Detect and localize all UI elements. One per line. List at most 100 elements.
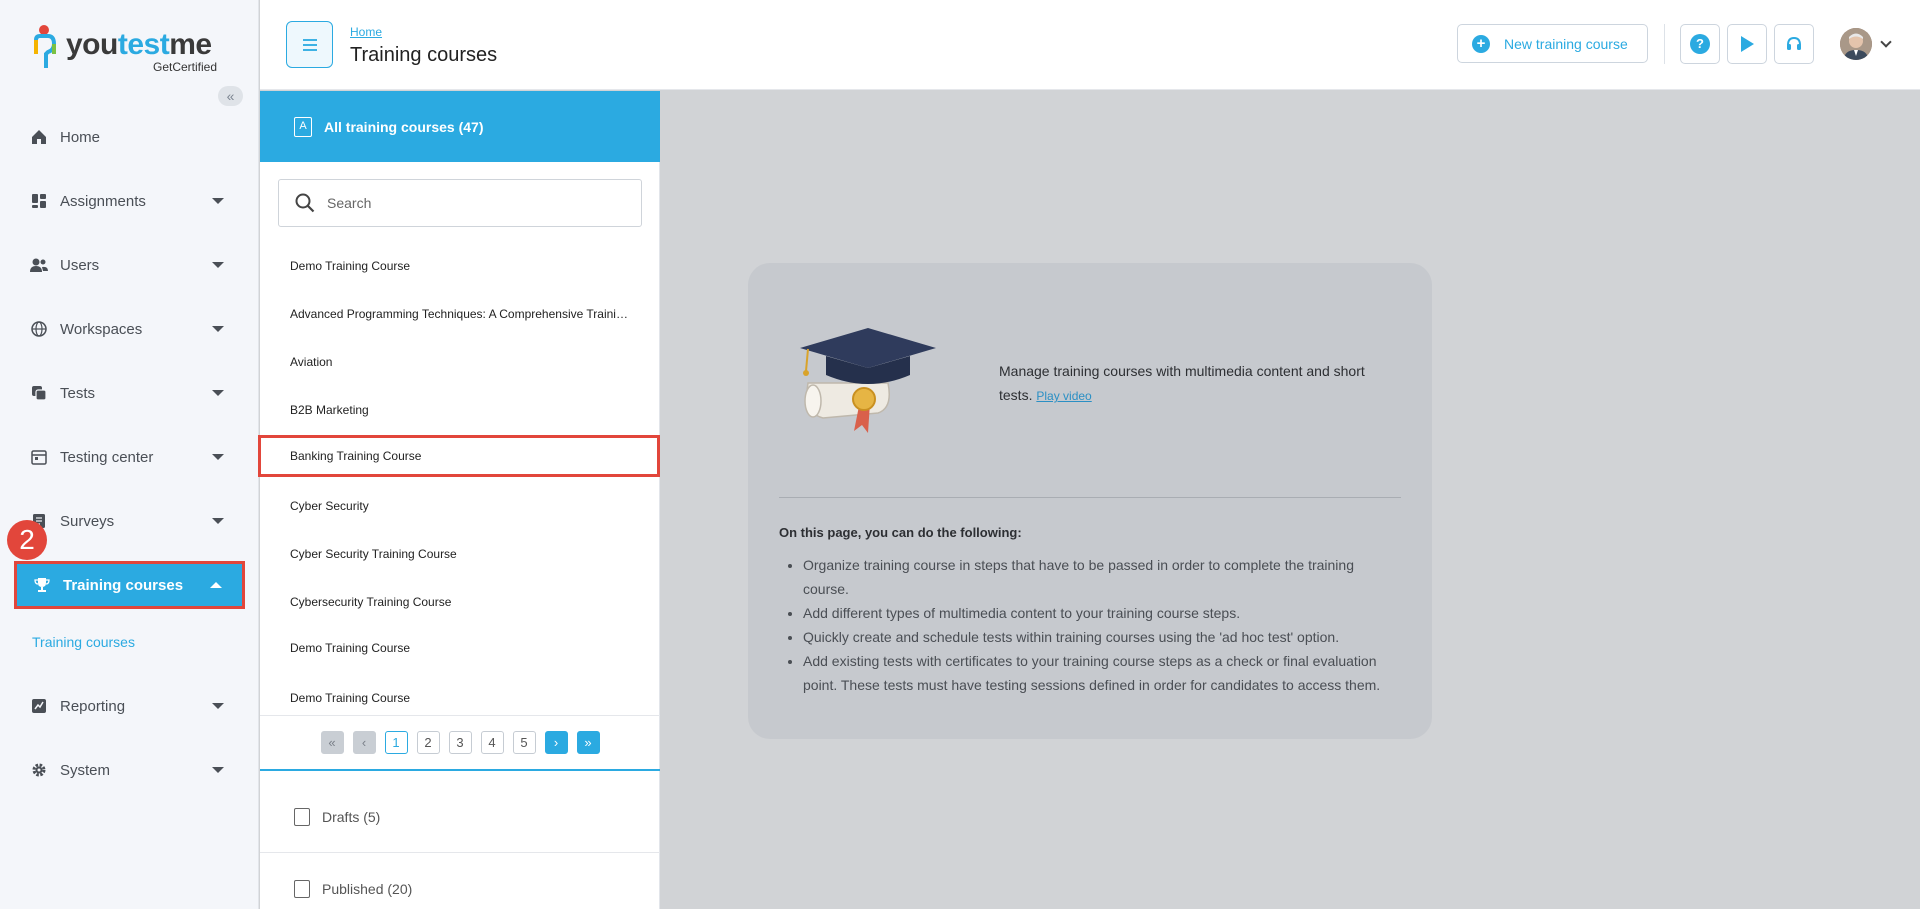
first-page-button[interactable]: « <box>320 731 344 754</box>
sidebar-item-label: Home <box>60 128 101 146</box>
search-icon <box>295 193 315 213</box>
breadcrumb-home-link[interactable]: Home <box>350 25 382 39</box>
category-label: Published (20) <box>322 881 413 897</box>
help-button[interactable]: ? <box>1680 24 1720 64</box>
page-button[interactable]: 1 <box>384 731 408 754</box>
new-training-course-button[interactable]: + New training course <box>1457 24 1648 63</box>
trophy-icon <box>33 576 51 594</box>
list-item[interactable]: Cyber Security Training Course <box>260 533 660 575</box>
header-divider <box>1664 24 1665 64</box>
chevron-down-icon <box>212 198 224 204</box>
list-item[interactable]: B2B Marketing <box>260 389 660 431</box>
prev-page-button[interactable]: ‹ <box>352 731 376 754</box>
sidebar-item-home[interactable]: Home <box>14 113 244 161</box>
pagination: « ‹ 1 2 3 4 5 › » <box>260 715 660 771</box>
sidebar-item-testing-center[interactable]: Testing center <box>14 433 244 481</box>
chevron-up-icon <box>210 582 222 588</box>
list-item[interactable]: Advanced Programming Techniques: A Compr… <box>260 293 660 335</box>
training-course-list-panel: A All training courses (47) Demo Trainin… <box>258 91 660 909</box>
home-icon <box>30 128 48 146</box>
chevron-down-icon <box>212 454 224 460</box>
list-item-selected[interactable]: Banking Training Course <box>258 435 660 477</box>
card-divider <box>779 497 1401 498</box>
plus-icon: + <box>1472 34 1490 53</box>
chevron-down-icon[interactable] <box>1880 36 1892 48</box>
page-title: Training courses <box>350 44 498 66</box>
card-subtitle: On this page, you can do the following: <box>779 525 1022 540</box>
sidebar-item-label: Workspaces <box>60 320 143 338</box>
search-box[interactable] <box>278 179 642 227</box>
play-tutorial-button[interactable] <box>1727 24 1767 64</box>
page-button[interactable]: 3 <box>448 731 472 754</box>
book-icon: A <box>294 116 312 137</box>
published-icon <box>294 880 310 898</box>
sidebar-item-label: Users <box>60 256 100 274</box>
logo-mark-icon <box>34 25 57 68</box>
chevron-down-icon <box>212 518 224 524</box>
sidebar-item-label: Reporting <box>60 697 126 715</box>
chevron-down-icon <box>212 326 224 332</box>
user-avatar[interactable] <box>1840 28 1872 60</box>
sidebar-item-surveys[interactable]: Surveys <box>14 497 244 545</box>
play-icon <box>1741 36 1754 52</box>
card-intro: Manage training courses with multimedia … <box>999 359 1369 408</box>
brand-wordmark: youtestme <box>66 28 212 61</box>
sidebar-item-users[interactable]: Users <box>14 241 244 289</box>
sidebar-subitem-training-courses[interactable]: Training courses <box>32 634 135 650</box>
graduation-cap-diploma-icon <box>800 328 936 433</box>
sidebar-item-assignments[interactable]: Assignments <box>14 177 244 225</box>
sidebar-item-label: Tests <box>60 384 96 402</box>
category-drafts[interactable]: Drafts (5) <box>260 781 660 853</box>
user-photo-icon <box>1840 28 1872 60</box>
play-video-link[interactable]: Play video <box>1036 389 1091 403</box>
sidebar-item-label: Training courses <box>63 576 184 594</box>
menu-toggle-button[interactable] <box>286 21 333 68</box>
gear-icon <box>30 761 48 779</box>
feature-list-item: Quickly create and schedule tests within… <box>803 625 1403 649</box>
sidebar-item-label: Testing center <box>60 448 154 466</box>
all-training-courses-header[interactable]: A All training courses (47) <box>260 91 660 162</box>
globe-icon <box>30 320 48 338</box>
chevron-down-icon <box>212 703 224 709</box>
feature-list: Organize training course in steps that h… <box>803 553 1403 697</box>
main-content: Manage training courses with multimedia … <box>661 91 1920 909</box>
last-page-button[interactable]: » <box>576 731 600 754</box>
next-page-button[interactable]: › <box>544 731 568 754</box>
sidebar-item-system[interactable]: System <box>14 746 244 794</box>
category-label: Drafts (5) <box>322 808 381 825</box>
headset-icon <box>1787 36 1801 50</box>
list-item[interactable]: Demo Training Course <box>260 245 660 287</box>
step-number-badge: 2 <box>7 520 47 560</box>
drafts-icon <box>294 807 310 826</box>
list-item[interactable]: Aviation <box>260 341 660 383</box>
sidebar-item-label: Assignments <box>60 192 146 210</box>
feature-list-item: Organize training course in steps that h… <box>803 553 1403 601</box>
chevron-down-icon <box>212 767 224 773</box>
info-card: Manage training courses with multimedia … <box>748 263 1432 739</box>
users-icon <box>30 256 48 274</box>
help-icon: ? <box>1690 34 1710 54</box>
sidebar-item-training-courses[interactable]: Training courses <box>14 561 245 609</box>
search-input[interactable] <box>327 195 627 211</box>
hamburger-icon <box>302 38 317 51</box>
list-item[interactable]: Demo Training Course <box>260 627 660 669</box>
sidebar-item-label: Surveys <box>60 512 115 530</box>
chevron-down-icon <box>212 390 224 396</box>
sidebar: youtestme GetCertified « Home Assignment… <box>0 0 259 909</box>
support-button[interactable] <box>1774 24 1814 64</box>
collapse-sidebar-button[interactable]: « <box>218 86 243 106</box>
sidebar-item-workspaces[interactable]: Workspaces <box>14 305 244 353</box>
page-button[interactable]: 5 <box>512 731 536 754</box>
sidebar-item-reporting[interactable]: Reporting <box>14 682 244 730</box>
sidebar-item-tests[interactable]: Tests <box>14 369 244 417</box>
list-item[interactable]: Cyber Security <box>260 485 660 527</box>
chart-icon <box>30 697 48 715</box>
list-item[interactable]: Demo Training Course <box>260 677 660 719</box>
chevron-down-icon <box>212 262 224 268</box>
brand-logo[interactable]: youtestme GetCertified <box>32 20 232 76</box>
page-button[interactable]: 2 <box>416 731 440 754</box>
new-training-course-label: New training course <box>1504 35 1628 52</box>
page-button[interactable]: 4 <box>480 731 504 754</box>
category-published[interactable]: Published (20) <box>260 853 660 909</box>
list-item[interactable]: Cybersecurity Training Course <box>260 581 660 623</box>
